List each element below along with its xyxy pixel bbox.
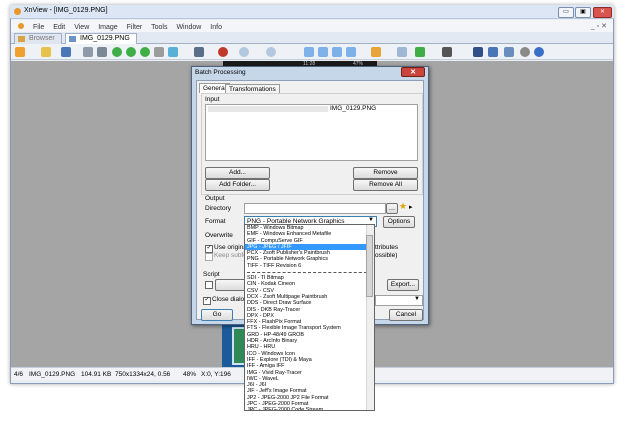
rotate-left-icon[interactable] xyxy=(126,47,136,57)
script-select-button[interactable] xyxy=(215,279,247,291)
binoculars-icon[interactable] xyxy=(442,47,452,57)
menu-tools[interactable]: Tools xyxy=(151,24,167,31)
status-zoom: 48% xyxy=(183,371,197,378)
menu-edit[interactable]: Edit xyxy=(53,24,65,31)
fullscreen-icon[interactable] xyxy=(397,47,407,57)
view-mode-icon[interactable] xyxy=(15,47,25,57)
input-label: Input xyxy=(205,96,220,103)
go-button[interactable]: Go xyxy=(201,309,233,321)
after-action-chevron-icon: ▼ xyxy=(414,296,420,302)
possible-label: ossible) xyxy=(375,252,398,259)
format-dropdown-list[interactable]: BMP - Windows Bitmap EMF - Windows Enhanc… xyxy=(244,224,375,411)
batch-icon[interactable] xyxy=(371,47,381,57)
dropdown-group-common: BMP - Windows Bitmap EMF - Windows Enhanc… xyxy=(245,225,374,269)
close-dialog-checkbox[interactable]: ✓ xyxy=(203,297,211,305)
dropdown-separator xyxy=(247,269,372,274)
toolbar xyxy=(11,44,613,60)
zoom-out-icon[interactable] xyxy=(266,47,276,57)
dropdown-scrollbar[interactable] xyxy=(366,225,374,410)
keep-subfolders-checkbox[interactable] xyxy=(205,253,213,261)
rotate-right-icon[interactable] xyxy=(140,47,150,57)
remove-button[interactable]: Remove xyxy=(353,167,418,179)
favorite-star-icon[interactable]: ★ xyxy=(399,202,407,211)
chevron-down-icon: ▼ xyxy=(368,217,374,223)
tab-image[interactable]: IMG_0129.PNG xyxy=(65,33,137,44)
tab-image-label: IMG_0129.PNG xyxy=(80,35,130,42)
minimize-button[interactable]: ▭ xyxy=(558,7,574,18)
status-dims: 750x1334x24, 0.56 xyxy=(115,371,171,378)
input-file-item[interactable]: IMG_0129.PNG xyxy=(330,105,376,112)
save-icon[interactable] xyxy=(61,47,71,57)
dialog-close-button[interactable]: ✕ xyxy=(401,67,425,77)
tab-browser[interactable]: Browser xyxy=(14,33,62,44)
dialog-title: Batch Processing xyxy=(195,69,246,76)
next-icon[interactable] xyxy=(318,47,328,57)
browser-tab-icon xyxy=(18,36,25,42)
format-label: Format xyxy=(205,218,226,225)
tab-bar: Browser IMG_0129.PNG xyxy=(11,32,613,44)
refresh-icon[interactable] xyxy=(112,47,122,57)
menu-info[interactable]: Info xyxy=(210,24,222,31)
restore-button[interactable]: ▣ xyxy=(575,7,591,18)
add-folder-button[interactable]: Add Folder... xyxy=(205,179,270,191)
script-label: Script xyxy=(203,271,220,278)
options-button[interactable]: Options xyxy=(383,216,415,228)
print-icon[interactable] xyxy=(83,47,93,57)
export-button[interactable]: Export... xyxy=(387,279,419,291)
slideshow-icon[interactable] xyxy=(415,47,425,57)
list-icon[interactable] xyxy=(194,47,204,57)
menu-bar: File Edit View Image Filter Tools Window… xyxy=(11,20,613,32)
stamp-icon[interactable] xyxy=(218,47,228,57)
color-icon[interactable] xyxy=(168,47,178,57)
scan-icon[interactable] xyxy=(97,47,107,57)
browse-button[interactable]: … xyxy=(386,203,398,214)
directory-arrow-icon[interactable]: ▸ xyxy=(409,203,413,211)
after-action-select[interactable]: ▼ xyxy=(375,295,423,306)
menu-filter[interactable]: Filter xyxy=(127,24,143,31)
options-icon[interactable] xyxy=(520,47,530,57)
window-title: XnView - [IMG_0129.PNG] xyxy=(24,7,108,14)
menu-file[interactable]: File xyxy=(33,24,44,31)
status-size: 104.91 KB xyxy=(81,371,112,378)
last-icon[interactable] xyxy=(346,47,356,57)
image-tab-icon xyxy=(69,36,76,42)
remove-all-button[interactable]: Remove All xyxy=(353,179,418,191)
info-icon[interactable] xyxy=(534,47,544,57)
overwrite-label: Overwrite xyxy=(205,232,233,239)
crop-icon[interactable] xyxy=(154,47,164,57)
menu-window[interactable]: Window xyxy=(176,24,201,31)
input-file-list[interactable]: IMG_0129.PNG xyxy=(205,104,418,161)
title-bar: XnView - [IMG_0129.PNG] ▭ ▣ ✕ xyxy=(10,5,614,19)
settings-icon[interactable] xyxy=(504,47,514,57)
tab-browser-label: Browser xyxy=(29,35,55,42)
script-checkbox[interactable] xyxy=(205,281,213,289)
dropdown-scroll-thumb[interactable] xyxy=(366,235,373,297)
dropdown-option[interactable]: JPC - JPEG-2000 Code Stream xyxy=(245,407,374,410)
status-filename: IMG_0129.PNG xyxy=(29,371,76,378)
menu-view[interactable]: View xyxy=(74,24,89,31)
zoom-in-icon[interactable] xyxy=(239,47,249,57)
directory-label: Directory xyxy=(205,205,232,212)
open-folder-icon[interactable] xyxy=(41,47,51,57)
menu-app-icon[interactable] xyxy=(18,23,24,29)
close-button[interactable]: ✕ xyxy=(593,7,612,18)
first-icon[interactable] xyxy=(332,47,342,57)
app-logo-icon xyxy=(14,8,21,15)
dialog-title-bar: Batch Processing xyxy=(192,67,428,78)
layout-icon[interactable] xyxy=(488,47,498,57)
dropdown-group-other: SDI - TI Bitmap CIN - Kodak Cineon CSV - C… xyxy=(245,275,374,410)
filmstrip-icon[interactable] xyxy=(473,47,483,57)
menu-image[interactable]: Image xyxy=(98,24,117,31)
add-button[interactable]: Add... xyxy=(205,167,270,179)
prev-icon[interactable] xyxy=(304,47,314,57)
input-file-path-blurred xyxy=(208,106,328,112)
use-original-checkbox[interactable]: ✓ xyxy=(205,245,213,253)
output-label: Output xyxy=(205,195,225,202)
mdi-controls[interactable]: _ ▫ ✕ xyxy=(591,22,607,30)
cancel-button[interactable]: Cancel xyxy=(389,309,423,321)
directory-input[interactable] xyxy=(244,203,386,214)
status-coords: X:0, Y:196 xyxy=(201,371,231,378)
attributes-label: ttributes xyxy=(375,244,399,251)
status-index: 4/6 xyxy=(14,371,24,378)
